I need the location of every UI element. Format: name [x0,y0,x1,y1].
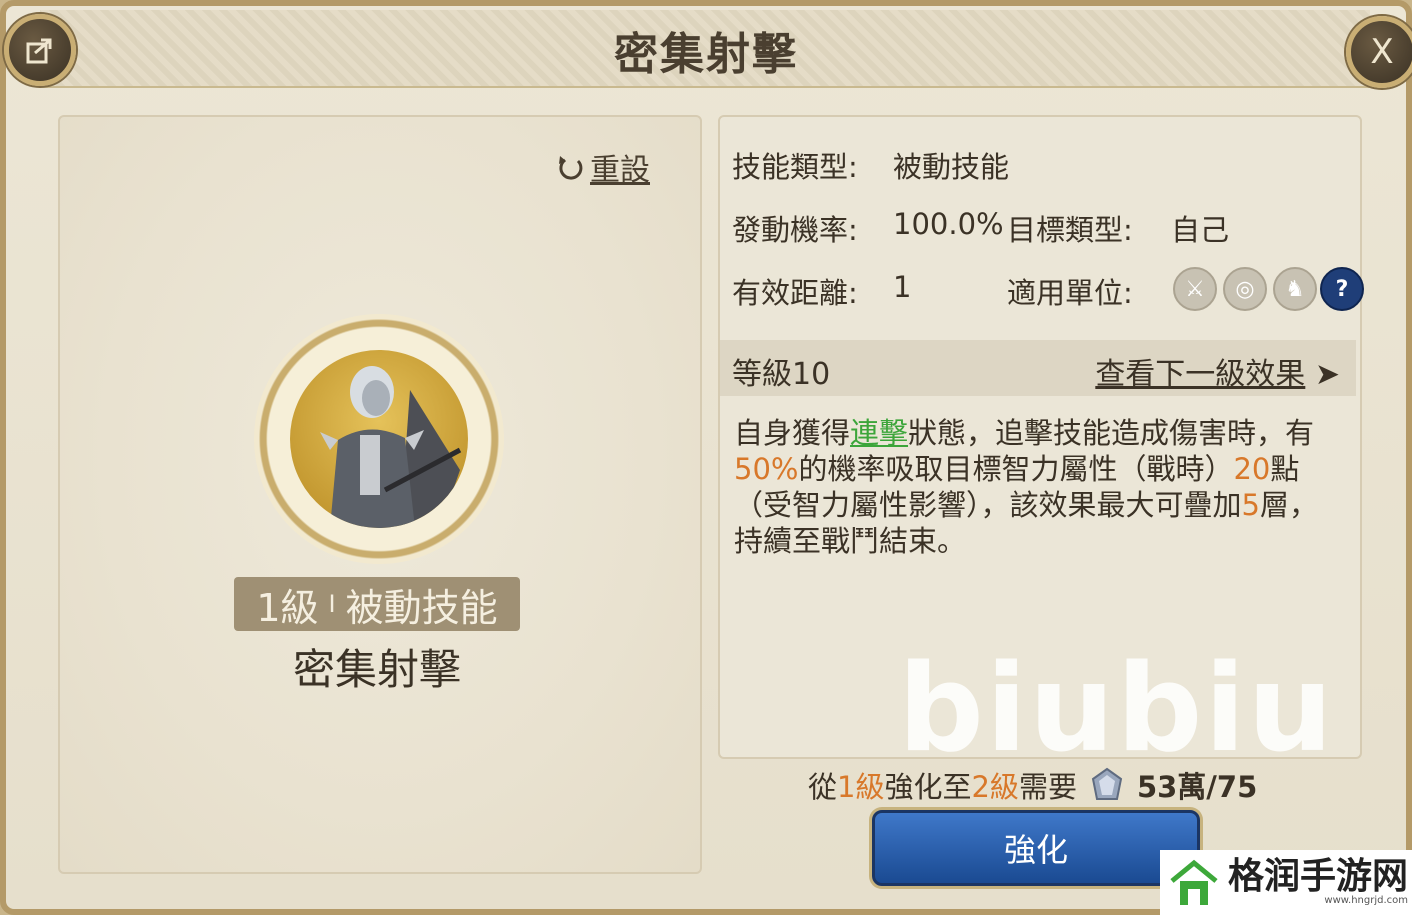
desc-stacks: 5 [1241,488,1260,522]
cost-suffix: 需要 [1018,770,1077,804]
units-label: 適用單位: [1007,276,1133,310]
next-level-link[interactable]: 查看下一級效果 ➤ [1095,349,1340,393]
cost-to-level: 2級 [971,770,1019,804]
next-level-label: 查看下一級效果 [1095,357,1306,392]
page-title: 密集射擊 [614,29,798,80]
range-label: 有效距離: [732,276,858,310]
arrow-right-icon: ➤ [1314,357,1340,392]
close-button[interactable]: X [1346,16,1412,88]
reset-button[interactable]: 重設 [556,145,650,189]
refresh-icon [559,156,583,180]
desc-text: 的機率吸取目標智力屬性（戰時） [798,452,1234,486]
skill-level: 1級 [256,585,319,630]
target-type-value: 自己 [1171,213,1230,247]
share-icon [26,38,52,64]
upgrade-cost: 從1級強化至2級需要 53萬/75 [808,764,1257,806]
range-value: 1 [893,270,912,304]
question-icon[interactable]: ? [1320,267,1364,311]
cost-mid: 強化至 [884,770,972,804]
share-button[interactable] [4,14,76,86]
skill-type-value: 被動技能 [893,150,1010,184]
skill-portrait [290,350,468,528]
enhance-button[interactable]: 強化 [872,810,1200,886]
current-level: 等級10 [732,357,831,392]
trigger-rate-label: 發動機率: [732,213,858,247]
target-icon[interactable]: ◎ [1223,267,1267,311]
cost-text: 從1級強化至2級需要 [808,764,1077,806]
skill-type: 被動技能 [345,585,498,630]
resource-icon [1091,767,1123,800]
skill-name: 密集射擊 [292,645,461,694]
separator: I [328,590,336,618]
reset-label: 重設 [590,153,650,188]
desc-text: 自身獲得 [734,416,851,450]
skill-level-badge: 1級 I 被動技能 [234,577,520,631]
skill-type-label: 技能類型: [732,150,858,184]
trigger-rate-value: 100.0% [893,207,1004,241]
combo-status-link[interactable]: 連擊 [850,416,908,450]
skill-description: 自身獲得連擊狀態，追擊技能造成傷害時，有 50%的機率吸取目標智力屬性（戰時）20… [734,415,1344,559]
sword-icon[interactable]: ⚔ [1173,267,1217,311]
cost-amount: 53萬/75 [1136,770,1258,804]
horse-icon[interactable]: ♞ [1273,267,1317,311]
close-icon: X [1370,32,1394,72]
target-type-label: 目標類型: [1007,213,1133,247]
cost-from-level: 1級 [837,770,885,804]
desc-rate: 50% [734,452,799,486]
brand-logo: 格润手游网 www.hngrjd.com [1160,850,1412,915]
desc-text: 狀態，追擊技能造成傷害時，有 [908,416,1315,450]
desc-amount: 20 [1233,452,1271,486]
house-icon [1170,859,1218,905]
cost-prefix: 從 [808,770,838,804]
brand-name: 格润手游网 [1228,856,1409,897]
watermark: biubiu [898,640,1335,779]
